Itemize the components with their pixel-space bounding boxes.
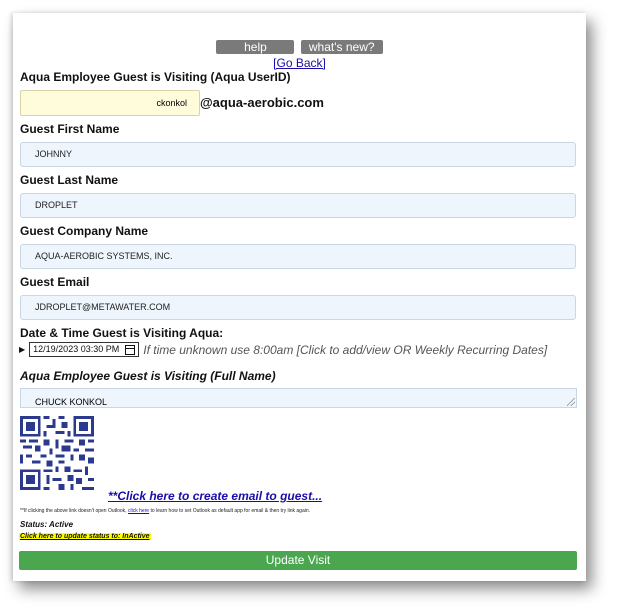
- form-panel: help what's new? [Go Back] Aqua Employee…: [13, 13, 586, 581]
- outlook-help-link[interactable]: click here: [128, 508, 149, 514]
- visit-datetime-label: Date & Time Guest is Visiting Aqua:: [20, 326, 224, 340]
- calendar-icon[interactable]: [125, 344, 136, 355]
- visit-datetime-hint[interactable]: If time unknown use 8:00am [Click to add…: [143, 343, 547, 357]
- expand-triangle-icon[interactable]: ▶: [19, 345, 25, 354]
- employee-fullname-textarea[interactable]: CHUCK KONKOL: [20, 388, 577, 408]
- guest-last-name-label: Guest Last Name: [20, 173, 119, 187]
- guest-email-label: Guest Email: [20, 275, 90, 289]
- create-email-link[interactable]: **Click here to create email to guest...: [108, 489, 322, 503]
- guest-company-label: Guest Company Name: [20, 224, 149, 238]
- update-status-link[interactable]: Click here to update status to: InActive: [19, 533, 151, 540]
- qr-code-icon: [20, 416, 94, 490]
- guest-last-name-input[interactable]: DROPLET: [20, 193, 576, 218]
- top-buttons: help what's new?: [13, 38, 586, 56]
- visit-datetime-row: ▶ 12/19/2023 03:30 PM If time unknown us…: [19, 342, 547, 357]
- email-domain: @aqua-aerobic.com: [200, 95, 324, 110]
- guest-first-name-input[interactable]: JOHNNY: [20, 142, 576, 167]
- visit-datetime-value: 12/19/2023 03:30 PM: [33, 344, 120, 354]
- outlook-note-prefix: **If clicking the above link doesn't ope…: [20, 508, 127, 514]
- go-back-link[interactable]: [Go Back]: [13, 56, 586, 70]
- guest-first-name-label: Guest First Name: [20, 122, 120, 136]
- visit-datetime-input[interactable]: 12/19/2023 03:30 PM: [29, 342, 140, 357]
- outlook-note: **If clicking the above link doesn't ope…: [20, 508, 310, 514]
- resize-handle-icon[interactable]: [567, 398, 575, 406]
- employee-fullname-value: CHUCK KONKOL: [35, 397, 108, 407]
- status-text: Status: Active: [20, 520, 74, 529]
- guest-email-input[interactable]: JDROPLET@METAWATER.COM: [20, 295, 576, 320]
- employee-userid-label: Aqua Employee Guest is Visiting (Aqua Us…: [20, 70, 291, 84]
- guest-company-input[interactable]: AQUA-AEROBIC SYSTEMS, INC.: [20, 244, 576, 269]
- whats-new-button[interactable]: what's new?: [300, 40, 383, 54]
- employee-fullname-label: Aqua Employee Guest is Visiting (Full Na…: [20, 369, 276, 383]
- outlook-note-suffix: to learn how to set Outlook as default a…: [150, 508, 311, 514]
- update-visit-button[interactable]: Update Visit: [19, 551, 577, 570]
- help-button[interactable]: help: [216, 40, 295, 54]
- employee-userid-input[interactable]: ckonkol: [20, 90, 200, 116]
